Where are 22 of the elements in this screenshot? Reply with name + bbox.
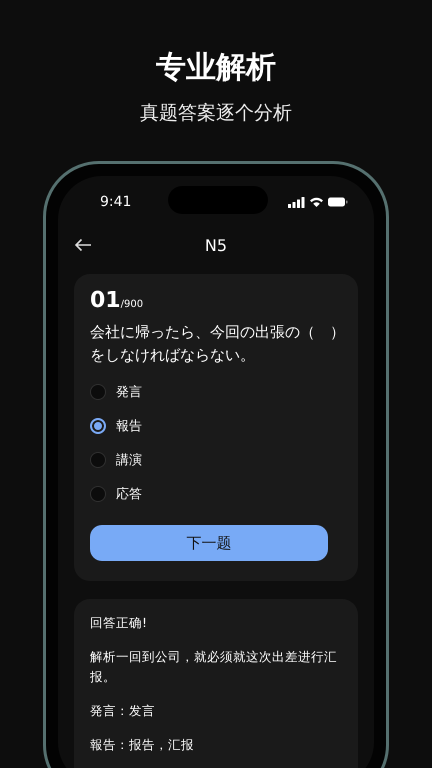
analysis-text: 発言：发言: [90, 702, 156, 720]
status-icons-drawing: [288, 196, 348, 208]
radio-button[interactable]: [90, 452, 106, 468]
subheadline: 真题答案逐个分析: [140, 101, 292, 126]
radio-button[interactable]: [90, 418, 106, 434]
analysis-text: 回答正确!: [90, 614, 148, 632]
status-time: 9:41: [100, 194, 132, 210]
headline: 专业解析: [156, 49, 276, 87]
question-text: 会社に帰ったら、今回の出張の（ ）をしなければならない。: [90, 322, 346, 366]
option-label: 発言: [116, 384, 142, 401]
option-label: 講演: [116, 452, 142, 469]
analysis-text: 報告：报告，汇报: [90, 736, 195, 754]
radio-button[interactable]: [90, 384, 106, 400]
question-number: 01: [90, 288, 121, 313]
question-total: /900: [120, 299, 144, 310]
back-arrow-icon[interactable]: [74, 238, 92, 252]
analysis-text: 解析一回到公司，就必须就这次出差进行汇报。: [90, 648, 338, 686]
option-label: 応答: [116, 486, 142, 503]
nav-title: N5: [204, 236, 228, 254]
option-label: 報告: [116, 418, 142, 435]
radio-button[interactable]: [90, 486, 106, 502]
next-question-button[interactable]: 下一题: [90, 525, 328, 561]
